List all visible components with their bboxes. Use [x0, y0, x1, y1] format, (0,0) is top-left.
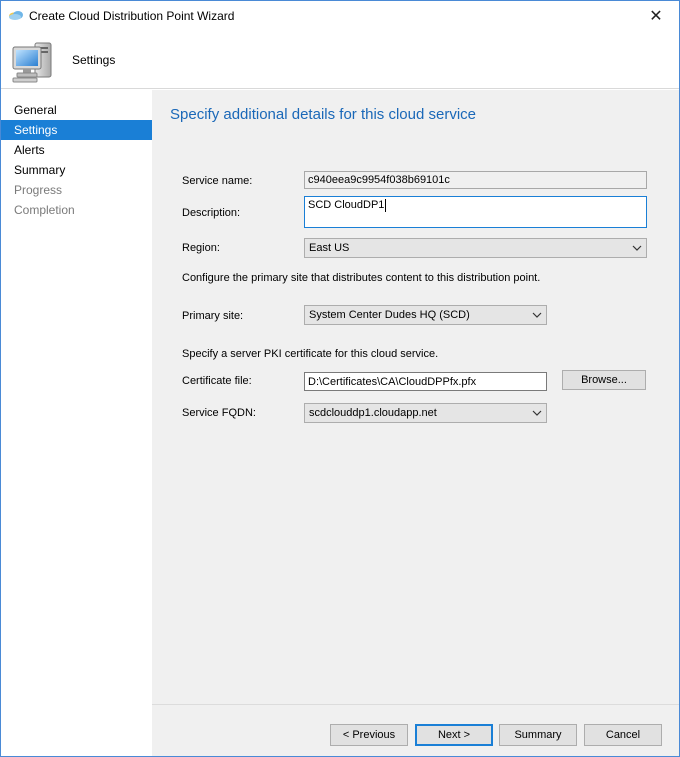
- cloud-icon: [9, 11, 23, 20]
- service-name-field[interactable]: c940eea9c9954f038b69101c: [304, 171, 647, 189]
- page-title: Settings: [72, 53, 116, 67]
- description-label: Description:: [182, 207, 241, 219]
- service-fqdn-label: Service FQDN:: [182, 407, 256, 419]
- wizard-footer: < Previous Next > Summary Cancel: [152, 704, 679, 756]
- chevron-down-icon: [632, 245, 642, 251]
- wizard-header: Settings: [1, 31, 679, 89]
- service-fqdn-value: scdclouddp1.cloudapp.net: [309, 407, 437, 419]
- title-bar: Create Cloud Distribution Point Wizard ✕: [1, 1, 679, 31]
- description-value: SCD CloudDP1: [308, 199, 385, 211]
- nav-item-general[interactable]: General: [1, 100, 152, 120]
- service-fqdn-select[interactable]: scdclouddp1.cloudapp.net: [304, 403, 547, 423]
- chevron-down-icon: [532, 312, 542, 318]
- window-title: Create Cloud Distribution Point Wizard: [29, 9, 235, 23]
- nav-item-settings[interactable]: Settings: [1, 120, 152, 140]
- wizard-sidebar: General Settings Alerts Summary Progress…: [1, 90, 152, 756]
- nav-item-alerts[interactable]: Alerts: [1, 140, 152, 160]
- certificate-info: Specify a server PKI certificate for thi…: [182, 348, 439, 360]
- nav-item-completion: Completion: [14, 203, 75, 217]
- text-caret: [385, 199, 387, 212]
- region-label: Region:: [182, 242, 220, 254]
- region-select[interactable]: East US: [304, 238, 647, 258]
- service-name-value: c940eea9c9954f038b69101c: [308, 174, 450, 186]
- next-button[interactable]: Next >: [415, 724, 493, 746]
- computer-icon: [12, 42, 52, 83]
- main-panel: Specify additional details for this clou…: [152, 90, 679, 704]
- primary-site-label: Primary site:: [182, 310, 244, 322]
- cancel-button[interactable]: Cancel: [584, 724, 662, 746]
- close-button[interactable]: ✕: [633, 1, 679, 31]
- nav-item-summary[interactable]: Summary: [1, 160, 152, 180]
- certificate-file-label: Certificate file:: [182, 375, 252, 387]
- certificate-file-value: D:\Certificates\CA\CloudDPPfx.pfx: [308, 375, 477, 388]
- primary-site-select[interactable]: System Center Dudes HQ (SCD): [304, 305, 547, 325]
- primary-site-info: Configure the primary site that distribu…: [182, 272, 541, 284]
- description-input[interactable]: SCD CloudDP1: [304, 196, 647, 228]
- browse-button[interactable]: Browse...: [562, 370, 646, 390]
- service-name-label: Service name:: [182, 175, 253, 187]
- close-icon: ✕: [649, 8, 663, 25]
- summary-button[interactable]: Summary: [499, 724, 577, 746]
- nav-item-progress: Progress: [14, 183, 63, 197]
- section-heading: Specify additional details for this clou…: [170, 106, 476, 123]
- chevron-down-icon: [532, 410, 542, 416]
- certificate-file-input[interactable]: D:\Certificates\CA\CloudDPPfx.pfx: [304, 372, 547, 391]
- primary-site-value: System Center Dudes HQ (SCD): [309, 309, 470, 321]
- previous-button[interactable]: < Previous: [330, 724, 408, 746]
- wizard-window: Create Cloud Distribution Point Wizard ✕: [0, 0, 680, 757]
- region-value: East US: [309, 242, 350, 254]
